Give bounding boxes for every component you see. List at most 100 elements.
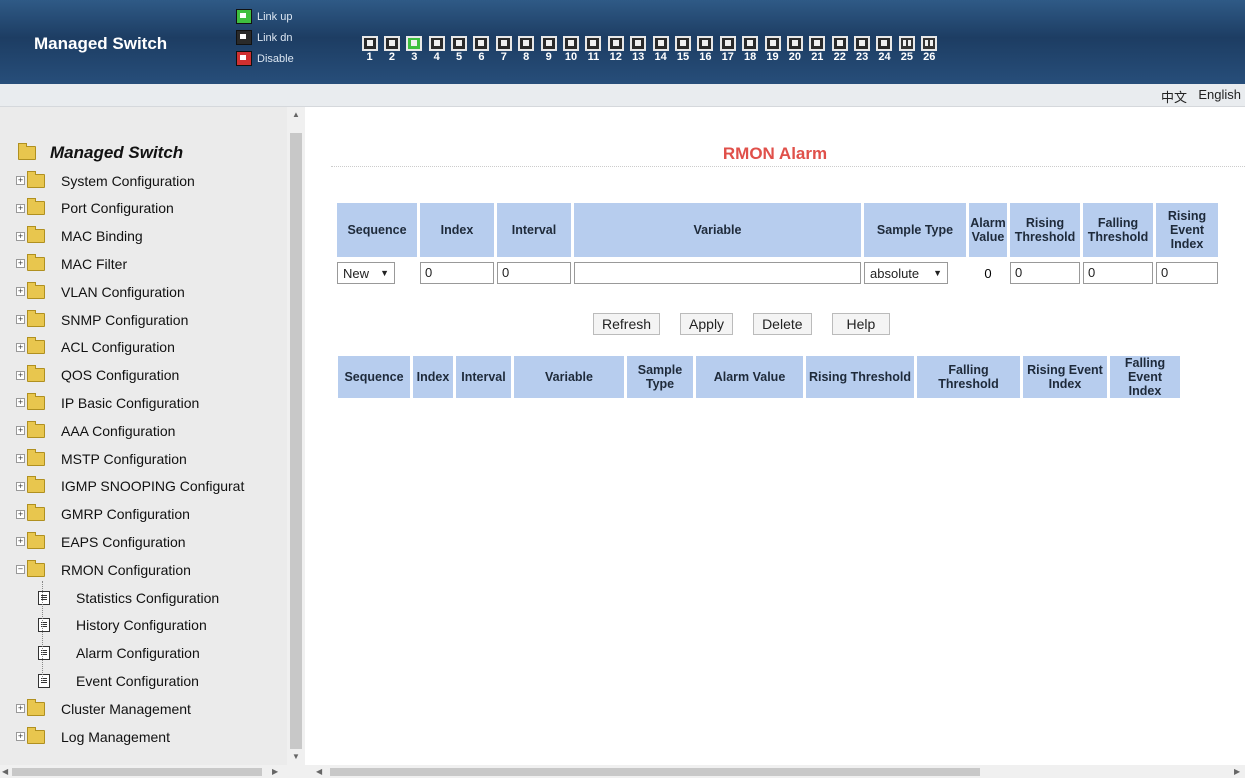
index-input[interactable]: 0: [420, 262, 494, 284]
sidebar-item-acl-configuration[interactable]: + ACL Configuration: [16, 334, 175, 361]
sidebar-item-rmon-configuration[interactable]: − RMON Configuration: [16, 556, 191, 583]
delete-button[interactable]: Delete: [753, 313, 812, 335]
port-2[interactable]: 2: [381, 36, 402, 64]
sidebar-item-statistics-configuration[interactable]: Statistics Configuration: [38, 584, 219, 611]
port-22[interactable]: 22: [829, 36, 850, 64]
expand-icon[interactable]: +: [16, 315, 25, 324]
port-24[interactable]: 24: [874, 36, 895, 64]
folder-icon: [27, 504, 45, 522]
sidebar-item-ip-basic-configuration[interactable]: + IP Basic Configuration: [16, 389, 199, 416]
sidebar-item-aaa-configuration[interactable]: + AAA Configuration: [16, 417, 175, 444]
sidebar-item-mstp-configuration[interactable]: + MSTP Configuration: [16, 445, 187, 472]
expand-icon[interactable]: +: [16, 176, 25, 185]
sidebar-item-gmrp-configuration[interactable]: + GMRP Configuration: [16, 501, 190, 528]
form-header-variable: Variable: [574, 203, 861, 257]
port-26[interactable]: 26: [919, 36, 940, 64]
sidebar-hscroll-thumb[interactable]: [12, 768, 262, 776]
interval-input[interactable]: 0: [497, 262, 571, 284]
port-15[interactable]: 15: [672, 36, 693, 64]
rising-event-index-input[interactable]: 0: [1156, 262, 1218, 284]
scroll-down-icon[interactable]: ▼: [292, 752, 300, 761]
sidebar-item-system-configuration[interactable]: + System Configuration: [16, 167, 195, 194]
port-8[interactable]: 8: [516, 36, 537, 64]
main-hscroll-thumb[interactable]: [330, 768, 980, 776]
sidebar-item-mac-filter[interactable]: + MAC Filter: [16, 250, 127, 277]
port-7[interactable]: 7: [493, 36, 514, 64]
port-9[interactable]: 9: [538, 36, 559, 64]
scroll-right-icon[interactable]: ▶: [272, 767, 278, 776]
variable-input[interactable]: [574, 262, 861, 284]
port-14[interactable]: 14: [650, 36, 671, 64]
scroll-right-icon[interactable]: ▶: [1234, 767, 1240, 776]
sidebar-item-vlan-configuration[interactable]: + VLAN Configuration: [16, 278, 185, 305]
sidebar-item-igmp-snooping-configurat[interactable]: + IGMP SNOOPING Configurat: [16, 473, 244, 500]
port-19[interactable]: 19: [762, 36, 783, 64]
expand-icon[interactable]: +: [16, 454, 25, 463]
port-6[interactable]: 6: [471, 36, 492, 64]
expand-icon[interactable]: +: [16, 259, 25, 269]
sidebar-item-eaps-configuration[interactable]: + EAPS Configuration: [16, 528, 186, 555]
sidebar-item-alarm-configuration[interactable]: Alarm Configuration: [38, 640, 200, 667]
port-5[interactable]: 5: [449, 36, 470, 64]
port-23[interactable]: 23: [852, 36, 873, 64]
port-21[interactable]: 21: [807, 36, 828, 64]
expand-icon[interactable]: +: [16, 342, 25, 352]
expand-icon[interactable]: +: [16, 203, 25, 213]
folder-icon: [27, 253, 45, 271]
collapse-icon[interactable]: −: [16, 565, 25, 575]
port-17[interactable]: 17: [717, 36, 738, 64]
expand-icon[interactable]: +: [16, 231, 25, 241]
horizontal-scrollbar[interactable]: ◀ ▶ ◀ ▶: [0, 765, 1245, 778]
refresh-button[interactable]: Refresh: [593, 313, 661, 335]
sidebar-item-mac-binding[interactable]: + MAC Binding: [16, 223, 143, 250]
port-icon: [607, 36, 624, 51]
sidebar-item-port-configuration[interactable]: + Port Configuration: [16, 195, 174, 222]
port-icon: [518, 36, 535, 51]
port-16[interactable]: 16: [695, 36, 716, 64]
sidebar-item-event-configuration[interactable]: Event Configuration: [38, 667, 199, 694]
scroll-left-icon[interactable]: ◀: [2, 767, 8, 776]
port-1[interactable]: 1: [359, 36, 380, 64]
port-25[interactable]: 25: [896, 36, 917, 64]
expand-icon[interactable]: +: [16, 537, 25, 547]
port-10[interactable]: 10: [561, 36, 582, 64]
expand-icon[interactable]: +: [16, 370, 25, 380]
expand-icon[interactable]: +: [16, 398, 25, 408]
rising-threshold-input[interactable]: 0: [1010, 262, 1080, 284]
sidebar-item-qos-configuration[interactable]: + QOS Configuration: [16, 362, 179, 389]
sidebar-item-log-management[interactable]: + Log Management: [16, 723, 170, 750]
expand-icon[interactable]: +: [16, 732, 25, 741]
scroll-left-icon[interactable]: ◀: [316, 767, 322, 776]
expand-icon[interactable]: +: [16, 287, 25, 297]
port-3[interactable]: 3: [404, 36, 425, 64]
sidebar-scrollbar[interactable]: ▲ ▼: [287, 107, 305, 765]
expand-icon[interactable]: +: [16, 481, 25, 491]
sample-type-select[interactable]: absolute ▼: [864, 262, 948, 284]
port-4[interactable]: 4: [426, 36, 447, 64]
sidebar-scroll-thumb[interactable]: [290, 133, 302, 749]
folder-icon: [27, 281, 45, 299]
scroll-up-icon[interactable]: ▲: [292, 110, 300, 119]
sidebar-item-cluster-management[interactable]: + Cluster Management: [16, 695, 191, 722]
falling-threshold-input[interactable]: 0: [1083, 262, 1153, 284]
expand-icon[interactable]: +: [16, 426, 25, 436]
form-header-index: Index: [420, 203, 494, 257]
port-18[interactable]: 18: [740, 36, 761, 64]
lang-english-link[interactable]: English: [1198, 87, 1241, 102]
port-icon: [697, 36, 714, 51]
apply-button[interactable]: Apply: [680, 313, 734, 335]
expand-icon[interactable]: +: [16, 704, 25, 714]
port-20[interactable]: 20: [784, 36, 805, 64]
sidebar-root[interactable]: Managed Switch: [18, 143, 183, 163]
lang-chinese-link[interactable]: 中文: [1161, 87, 1187, 106]
expand-icon[interactable]: +: [16, 509, 25, 519]
sidebar-item-history-configuration[interactable]: History Configuration: [38, 612, 207, 639]
port-13[interactable]: 13: [628, 36, 649, 64]
port-icon: [406, 36, 423, 51]
help-button[interactable]: Help: [831, 313, 891, 335]
sidebar-item-snmp-configuration[interactable]: + SNMP Configuration: [16, 306, 188, 333]
sequence-select[interactable]: New ▼: [337, 262, 395, 284]
port-11[interactable]: 11: [583, 36, 604, 64]
port-12[interactable]: 12: [605, 36, 626, 64]
port-icon: [674, 36, 691, 51]
